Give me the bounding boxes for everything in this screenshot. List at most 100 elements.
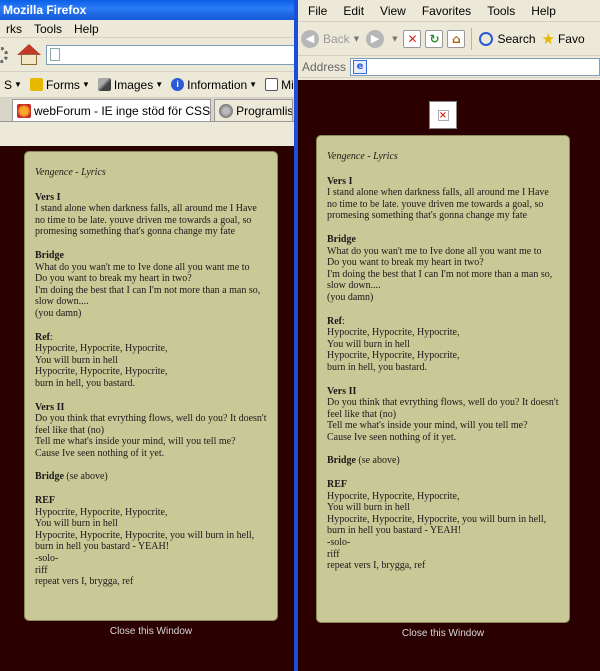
info-icon: i: [171, 78, 185, 91]
section-title: Vers I: [35, 191, 61, 203]
lyric-line: I'm doing the best that I can I'm not mo…: [327, 268, 553, 292]
lyric-line: (you damn): [35, 307, 82, 319]
back-dropdown-icon[interactable]: ▼: [354, 35, 359, 43]
section-title: Ref:: [35, 331, 53, 343]
ie-menu-help[interactable]: Help: [523, 4, 564, 18]
tab-webforum[interactable]: webForum - IE inge stöd för CSS s...: [12, 99, 212, 121]
refresh-icon[interactable]: ↻: [425, 29, 444, 48]
lyric-line: Hypocrite, Hypocrite, Hypocrite,: [35, 366, 168, 378]
firefox-window: Mozilla Firefox rks Tools Help S ▼ Forms ▼…: [0, 0, 296, 671]
back-arrow-icon: ◀: [301, 29, 319, 48]
firefox-page-content: Vengence - Lyrics Vers II stand alone whe…: [0, 146, 296, 671]
back-button[interactable]: ◀ Back: [298, 29, 353, 48]
section-title: Vers II: [35, 401, 65, 413]
lyric-line: Cause Ive seen nothing of it yet.: [35, 447, 165, 459]
close-window-link[interactable]: Close this Window: [0, 626, 296, 637]
ie-window: File Edit View Favorites Tools Help ◀ Ba…: [298, 0, 600, 671]
lyric-line: Do you want to break my heart in two?: [35, 273, 192, 285]
lyric-line: burn in hell, you bastard.: [327, 361, 427, 373]
lyrics-section: REF Hypocrite, Hypocrite, Hypocrite, You w…: [327, 479, 559, 572]
gear-icon[interactable]: [0, 46, 8, 63]
webforum-favicon-icon: [17, 103, 31, 118]
lyric-line: Hypocrite, Hypocrite, Hypocrite,: [327, 490, 460, 502]
forward-button[interactable]: ▶: [363, 29, 391, 48]
lyric-line: repeat vers I, brygga, ref: [327, 560, 426, 572]
lyric-line: I'm doing the best that I can I'm not mo…: [35, 284, 261, 308]
firefox-menu-help[interactable]: Help: [68, 22, 105, 36]
section-title: Bridge: [327, 233, 356, 245]
lyric-line: -solo-: [327, 537, 351, 549]
lyric-line: (you damn): [327, 291, 374, 303]
ie-toolbar: ◀ Back ▼ ▶ ▼ ✕ ↻ ⌂ Search ★ Favo: [298, 22, 600, 56]
tab-webforum-label: webForum - IE inge stöd för CSS s...: [34, 103, 212, 118]
firefox-url-bar[interactable]: [46, 44, 296, 65]
lyric-line: repeat vers I, brygga, ref: [35, 576, 134, 588]
section-title: Vers I: [327, 175, 353, 187]
lyrics-section: Vers II stand alone when darkness falls,…: [35, 192, 267, 238]
firefox-menu-tools[interactable]: Tools: [28, 22, 68, 36]
lyric-line: Hypocrite, Hypocrite, Hypocrite,: [327, 350, 460, 362]
lyric-line: riff: [327, 548, 340, 560]
tab-programlist-label: Programlist: [236, 103, 293, 118]
stop-icon[interactable]: ✕: [403, 29, 422, 48]
forward-arrow-icon: ▶: [366, 29, 385, 48]
lyric-line: What do you wan't me to Ive done all you…: [327, 245, 542, 257]
information-menu-button[interactable]: i Information ▼: [167, 78, 261, 92]
forms-menu-button[interactable]: Forms ▼: [26, 78, 94, 92]
lyric-line: I stand alone when darkness falls, all a…: [35, 203, 257, 238]
address-input[interactable]: e: [350, 57, 600, 76]
lyric-line: Hypocrite, Hypocrite, Hypocrite,: [35, 343, 168, 355]
lyric-line: Hypocrite, Hypocrite, Hypocrite,: [35, 506, 168, 518]
firefox-navigation-bar: [0, 38, 296, 72]
tab-programlist[interactable]: Programlist: [214, 99, 293, 121]
lyrics-section: Bridge (se above): [327, 455, 559, 467]
lyric-line: I stand alone when darkness falls, all a…: [327, 187, 549, 222]
song-title: Vengence - Lyrics: [35, 167, 106, 178]
ie-menu-file[interactable]: File: [300, 4, 335, 18]
images-menu-button[interactable]: Images ▼: [94, 78, 167, 92]
lyrics-section: Bridge (se above): [35, 471, 267, 483]
ie-menu-edit[interactable]: Edit: [335, 4, 372, 18]
firefox-window-title: Mozilla Firefox: [3, 3, 87, 17]
lyric-line: Hypocrite, Hypocrite, Hypocrite, you wil…: [35, 529, 255, 553]
section-title: REF: [35, 495, 55, 507]
home-icon[interactable]: [16, 43, 42, 67]
document-icon: [265, 78, 279, 91]
search-button[interactable]: Search: [476, 31, 538, 46]
lyrics-section: REF Hypocrite, Hypocrite, Hypocrite, You w…: [35, 495, 267, 588]
lyric-line: Do you think that evrything flows, well …: [35, 413, 267, 436]
ie-menu-tools[interactable]: Tools: [479, 4, 523, 18]
section-title: Bridge (se above): [35, 471, 108, 483]
lyric-line: You will burn in hell: [327, 502, 410, 514]
home-icon[interactable]: ⌂: [447, 29, 466, 48]
favorites-button[interactable]: ★ Favo: [539, 30, 588, 48]
lyrics-section: Bridge What do you wan't me to Ive done a…: [327, 234, 559, 304]
lyric-line: Tell me what's inside your mind, will yo…: [327, 420, 528, 432]
miscellaneous-menu-button[interactable]: Miscell: [261, 78, 296, 92]
lyric-line: Tell me what's inside your mind, will yo…: [35, 436, 236, 448]
lyric-line: You will burn in hell: [35, 354, 118, 366]
broken-image-icon: ×: [429, 101, 457, 129]
star-icon: ★: [541, 30, 555, 48]
lyrics-section: Vers II Do you think that evrything flows…: [327, 386, 559, 444]
lyric-line: -solo-: [35, 553, 59, 565]
lyrics-section: Vers II stand alone when darkness falls,…: [327, 176, 559, 222]
section-title: REF: [327, 479, 347, 491]
ie-menu-view[interactable]: View: [372, 4, 414, 18]
devbar-partial-item[interactable]: S ▼: [0, 78, 26, 92]
lyrics-box: Vengence - Lyrics Vers II stand alone whe…: [24, 151, 278, 621]
lyric-line: You will burn in hell: [327, 338, 410, 350]
ie-address-bar: Address e: [298, 56, 600, 78]
firefox-menu-bookmarks[interactable]: rks: [0, 22, 28, 36]
page-icon: [50, 48, 60, 61]
close-window-link[interactable]: Close this Window: [298, 628, 588, 639]
ie-menu-bar: File Edit View Favorites Tools Help: [298, 0, 600, 22]
address-label: Address: [302, 59, 347, 74]
firefox-tab-bar: webForum - IE inge stöd för CSS s... Pro…: [0, 98, 296, 122]
ie-menu-favorites[interactable]: Favorites: [414, 4, 479, 18]
lock-icon: [29, 78, 43, 91]
forward-dropdown-icon[interactable]: ▼: [392, 35, 397, 43]
lyric-line: You will burn in hell: [35, 518, 118, 530]
firefox-title-bar: Mozilla Firefox: [0, 0, 296, 20]
lyric-line: What do you wan't me to Ive done all you…: [35, 261, 250, 273]
